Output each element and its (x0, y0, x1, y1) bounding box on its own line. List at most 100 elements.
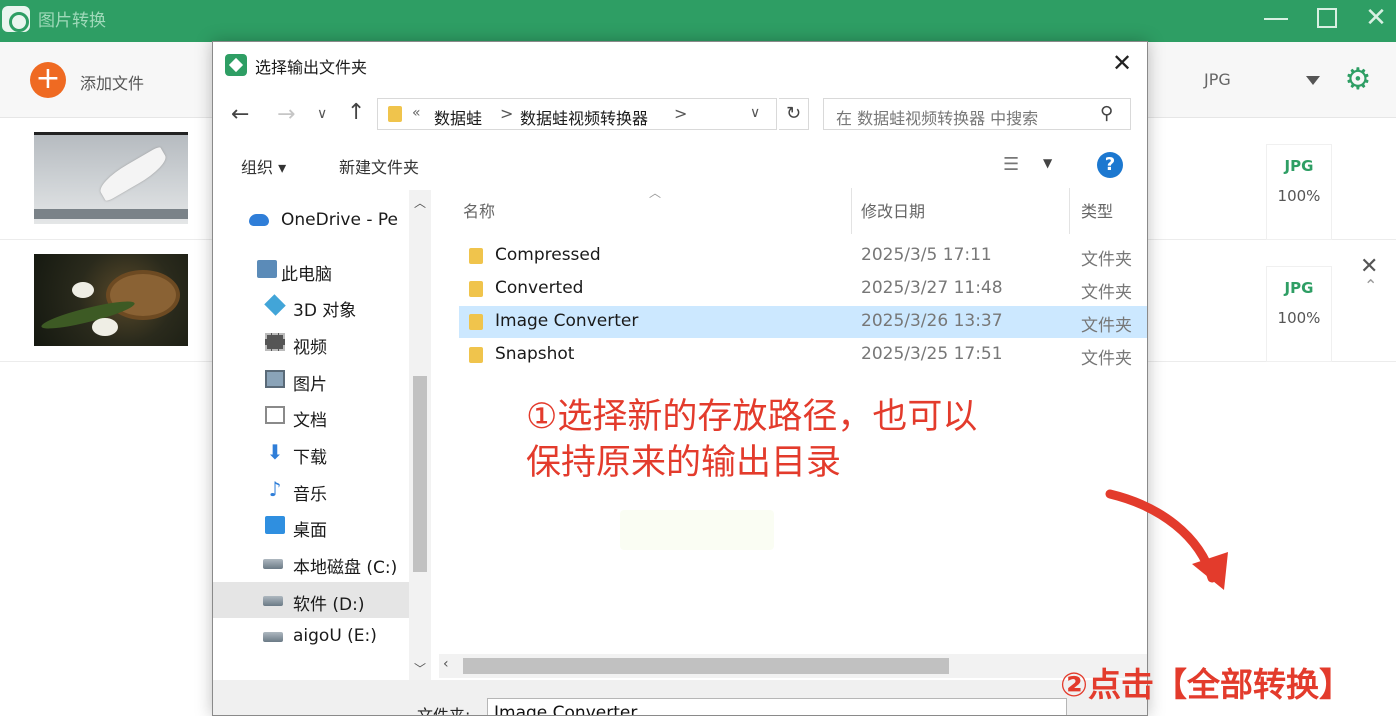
view-options-icon[interactable]: ☰ (1003, 154, 1019, 175)
scroll-thumb[interactable] (463, 658, 949, 674)
chevron-left-icon[interactable]: ‹ (443, 656, 449, 672)
list-item[interactable]: Compressed 2025/3/5 17:11 文件夹 (459, 240, 1147, 272)
annotation-line: ①选择新的存放路径，也可以 (526, 397, 978, 437)
nav-item-label: 视频 (293, 338, 327, 358)
desktop-icon (265, 516, 285, 534)
chevron-down-icon[interactable]: ﹀ (414, 660, 426, 677)
output-settings[interactable]: JPG 100% (1266, 266, 1332, 362)
nav-item-documents[interactable]: 文档 (213, 398, 409, 434)
output-format: JPG (1284, 279, 1314, 297)
chevron-up-icon[interactable]: ⌃ (1364, 276, 1377, 295)
scroll-thumb[interactable] (413, 376, 427, 572)
file-name: Snapshot (495, 344, 575, 364)
list-item[interactable]: Converted 2025/3/27 11:48 文件夹 (459, 273, 1147, 305)
file-name: Converted (495, 278, 584, 298)
caret-down-icon[interactable]: ▼ (1043, 156, 1052, 170)
nav-item-3d-objects[interactable]: 3D 对象 (213, 288, 409, 324)
breadcrumb-item[interactable]: 数据蛙 (434, 105, 482, 129)
output-format-select[interactable]: JPG (1190, 60, 1330, 100)
list-item-selected[interactable]: Image Converter 2025/3/26 13:37 文件夹 (459, 306, 1147, 338)
search-placeholder: 在 数据蛙视频转换器 中搜索 (836, 109, 1039, 128)
drive-icon (263, 632, 283, 642)
horizontal-scrollbar[interactable]: ‹ (439, 654, 1147, 678)
folder-icon (469, 347, 483, 363)
recent-locations-chevron-icon[interactable]: ∨ (317, 106, 327, 122)
file-type: 文件夹 (1081, 250, 1132, 270)
folder-name-row: 文件夹: Image Converter (213, 680, 1147, 716)
nav-item-label: 本地磁盘 (C:) (293, 558, 398, 578)
help-icon[interactable]: ? (1097, 152, 1123, 178)
gear-icon[interactable]: ⚙ (1344, 65, 1372, 95)
nav-item-label: 3D 对象 (293, 301, 357, 321)
navigation-pane: OneDrive - Pe 此电脑 3D 对象 视频 图片 文档 ⬇ 下载 ♪ … (213, 190, 431, 680)
output-quality: 100% (1277, 309, 1321, 327)
drive-icon (263, 596, 283, 606)
refresh-icon[interactable]: ↻ (779, 98, 809, 130)
dialog-title: 选择输出文件夹 (255, 58, 368, 77)
nav-item-music[interactable]: ♪ 音乐 (213, 472, 409, 508)
3d-objects-icon (264, 294, 286, 316)
breadcrumb-overflow[interactable]: « (412, 105, 421, 121)
nav-item-downloads[interactable]: ⬇ 下载 (213, 435, 409, 471)
nav-item-this-pc[interactable]: 此电脑 (213, 252, 409, 288)
new-folder-button[interactable]: 新建文件夹 (339, 154, 419, 178)
watermark (620, 510, 774, 550)
folder-name-value: Image Converter (494, 703, 638, 716)
select-folder-dialog: 选择输出文件夹 ✕ ← → ∨ ↑ « 数据蛙 > 数据蛙视频转换器 > ∨ ↻… (212, 41, 1148, 716)
output-settings[interactable]: JPG 100% (1266, 144, 1332, 240)
folder-label: 文件夹: (417, 706, 471, 716)
nav-scrollbar[interactable]: ︿ ﹀ (409, 190, 431, 680)
nav-item-drive-c[interactable]: 本地磁盘 (C:) (213, 545, 409, 581)
nav-item-label: 下载 (293, 448, 327, 468)
column-divider[interactable] (851, 188, 852, 234)
search-input[interactable]: 在 数据蛙视频转换器 中搜索 ⚲ (823, 98, 1131, 130)
maximize-button[interactable] (1306, 2, 1346, 36)
breadcrumb-separator[interactable]: > (500, 104, 513, 123)
nav-item-videos[interactable]: 视频 (213, 325, 409, 361)
close-icon[interactable]: ✕ (1107, 48, 1137, 78)
address-bar[interactable]: « 数据蛙 > 数据蛙视频转换器 > ∨ (377, 98, 777, 130)
computer-icon (257, 260, 277, 278)
nav-item-desktop[interactable]: 桌面 (213, 508, 409, 544)
file-type: 文件夹 (1081, 349, 1132, 369)
folder-icon (469, 314, 483, 330)
drive-icon (263, 559, 283, 569)
annotation-line: 保持原来的输出目录 (526, 443, 842, 483)
add-file-label[interactable]: 添加文件 (80, 70, 144, 94)
maximize-icon (1317, 8, 1337, 28)
image-thumbnail (34, 132, 188, 224)
folder-icon (388, 106, 402, 122)
video-icon (265, 333, 285, 351)
chevron-up-icon[interactable]: ︿ (414, 194, 426, 211)
minimize-button[interactable] (1256, 2, 1296, 36)
up-arrow-icon[interactable]: ↑ (347, 100, 365, 125)
chevron-down-icon[interactable]: ∨ (750, 105, 760, 121)
forward-arrow-icon[interactable]: → (277, 102, 295, 127)
nav-item-label: OneDrive - Pe (281, 210, 398, 230)
nav-item-drive-d[interactable]: 软件 (D:) (213, 582, 409, 618)
search-icon: ⚲ (1100, 103, 1114, 124)
breadcrumb-item[interactable]: 数据蛙视频转换器 (520, 105, 648, 129)
caret-down-icon (1306, 76, 1320, 85)
sort-caret-icon: ︿ (649, 186, 662, 200)
add-file-button[interactable]: + (30, 62, 66, 98)
folder-name-input[interactable]: Image Converter (487, 698, 1067, 716)
close-window-button[interactable]: ✕ (1356, 2, 1396, 36)
breadcrumb-separator[interactable]: > (674, 104, 687, 123)
nav-item-label: 此电脑 (281, 265, 332, 285)
output-quality: 100% (1277, 187, 1321, 205)
annotation-step-2: ②点击【全部转换】 (1060, 665, 1352, 704)
list-item[interactable]: Snapshot 2025/3/25 17:51 文件夹 (459, 339, 1147, 371)
organize-button[interactable]: 组织 ▾ (241, 154, 286, 178)
column-divider[interactable] (1069, 188, 1070, 234)
back-arrow-icon[interactable]: ← (231, 102, 249, 127)
minimize-icon (1264, 18, 1288, 20)
column-header-type[interactable]: 类型 (1081, 198, 1113, 222)
column-header-date[interactable]: 修改日期 (861, 198, 925, 222)
folder-icon (469, 281, 483, 297)
file-date: 2025/3/27 11:48 (861, 278, 1003, 298)
nav-item-drive-e[interactable]: aigoU (E:) (213, 618, 409, 654)
nav-item-pictures[interactable]: 图片 (213, 362, 409, 398)
column-header-name[interactable]: 名称 (463, 198, 495, 222)
nav-item-onedrive[interactable]: OneDrive - Pe (213, 202, 409, 238)
